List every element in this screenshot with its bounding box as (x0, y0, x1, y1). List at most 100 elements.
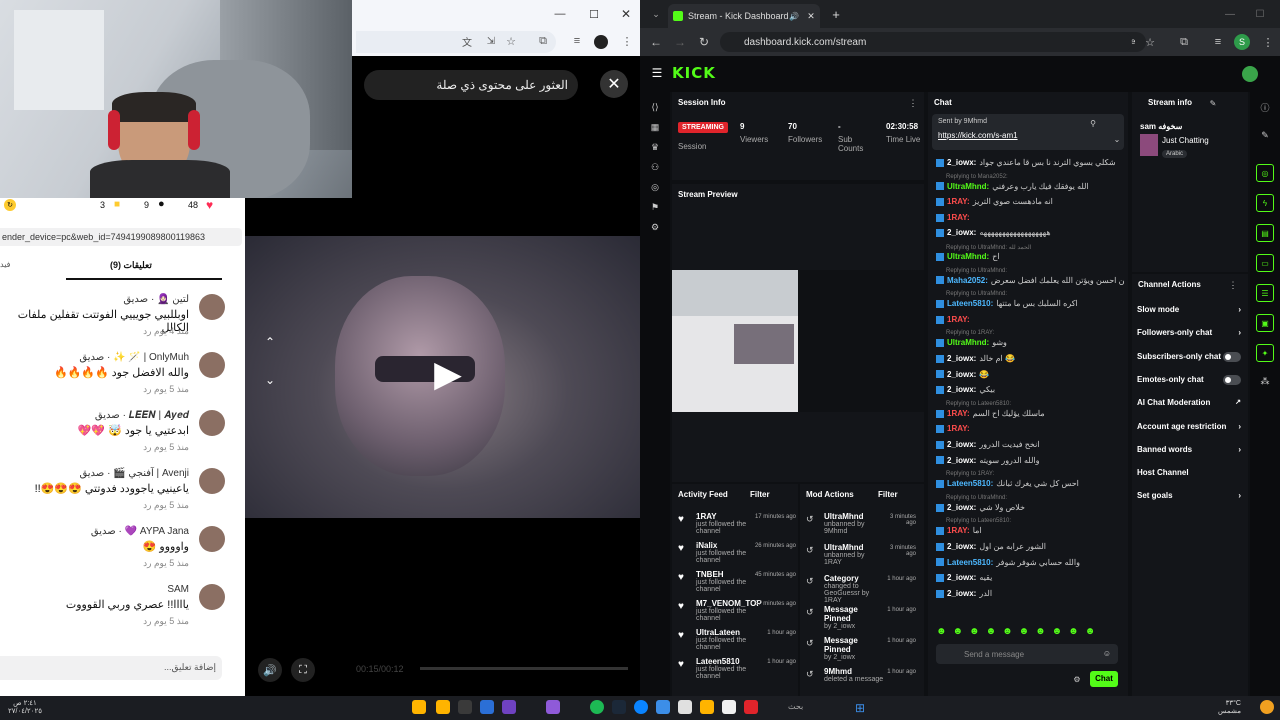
chat-username[interactable]: Lateen5810: (947, 299, 993, 308)
chat-message[interactable]: Lateen5810: والله حسابي شوفر شوفر (936, 558, 1124, 567)
comment-author[interactable]: Avenji | آفنجي 🎬 · صديق (79, 468, 189, 479)
left-url-field[interactable] (356, 31, 556, 53)
tab-close-icon[interactable]: ✕ (805, 10, 817, 22)
comment-item[interactable]: 𝑳𝑬𝑬𝑵 | 𝑨𝒚𝒆𝒅 · صديق ابدعتيي يا جود 🤯 💖💖 منذ… (0, 410, 245, 468)
chat-username[interactable]: 2_iowx: (947, 354, 976, 363)
chat-username[interactable]: 1RAY: (947, 213, 970, 222)
channel-actions-menu-icon[interactable]: ⋮ (1228, 280, 1238, 290)
chat-message[interactable]: 2_iowx: انخح فيديت الدرور (936, 440, 1124, 449)
chat-username[interactable]: 2_iowx: (947, 158, 976, 167)
chat-message[interactable]: 1RAY: (936, 424, 1124, 433)
volume-icon[interactable]: 🔊 (258, 658, 282, 682)
taskbar-search[interactable]: بحث (788, 702, 803, 711)
moderation-icon[interactable]: ⚑ (648, 200, 662, 214)
activity-filter-button[interactable]: Filter (750, 490, 770, 499)
chat-message[interactable]: 1RAY: اما (936, 526, 1124, 535)
chat-username[interactable]: Lateen5810: (947, 479, 993, 488)
emote-bar[interactable]: ☻☻☻☻☻☻☻☻☻☻ (936, 626, 1120, 638)
rail-doc-icon[interactable]: ▤ (1256, 224, 1274, 242)
tab-comments[interactable]: تعليقات (9) (110, 260, 152, 271)
file-explorer-icon[interactable] (436, 700, 450, 714)
community-icon[interactable]: ⚇ (648, 160, 662, 174)
comment-item[interactable]: لتين 🧕🏻 · صديق اوبللبيي جويييي الفوتتت تق… (0, 294, 245, 352)
edge-icon[interactable] (634, 700, 648, 714)
video-progress-bar[interactable] (420, 667, 628, 670)
chat-message[interactable]: 2_iowx: يقيه (936, 573, 1124, 582)
translate-icon[interactable]: 文 (460, 34, 474, 49)
comment-item[interactable]: AYPA Jana 💜 · صديق واوووو 😍 منذ 5 يوم رد (0, 526, 245, 584)
share-icon[interactable]: ↻ (4, 199, 16, 211)
chat-message[interactable]: 2_iowx: الشور عرابه من اول (936, 542, 1124, 551)
reload-icon[interactable]: ↻ (696, 34, 712, 50)
chat-message[interactable]: Maha2052:احسن احسن ويؤتن الله يعلمك افضل… (936, 276, 1124, 285)
tab-audio-icon[interactable]: 🔊 (788, 10, 800, 22)
session-menu-icon[interactable]: ⋮ (908, 98, 918, 108)
install-icon[interactable]: ⇲ (484, 34, 498, 48)
chat-username[interactable]: UltraMhnd: (947, 182, 989, 191)
r-maximize-icon[interactable]: ☐ (1252, 6, 1268, 22)
r-menu-icon[interactable]: ⋮ (1260, 34, 1276, 50)
rail-tool-icon[interactable]: ✦ (1256, 344, 1274, 362)
chat-username[interactable]: 2_iowx: (947, 370, 976, 379)
comment-author[interactable]: OnlyMuh | 🪄 ✨ · صديق (79, 352, 189, 363)
dashboard-icon[interactable]: ▦ (648, 120, 662, 134)
chat-username[interactable]: 1RAY: (947, 409, 970, 418)
close-video-icon[interactable]: ✕ (600, 70, 628, 98)
notepad-icon[interactable] (722, 700, 736, 714)
obs-icon[interactable] (546, 700, 560, 714)
chat-message[interactable]: 2_iowx: شكلي بسوي الترند نا بس قا ماعندي … (936, 158, 1124, 167)
taskbar-app-icon[interactable] (412, 700, 426, 714)
chat-message[interactable]: 2_iowx: ههههههههههههههههههه (936, 228, 1124, 237)
comment-author[interactable]: لتين 🧕🏻 · صديق (123, 294, 189, 305)
settings-icon[interactable]: ⚙ (648, 220, 662, 234)
r-media-icon[interactable]: ≡ (1210, 34, 1226, 50)
folder-icon[interactable] (700, 700, 714, 714)
comment-item[interactable]: SAM ياااا!! عصري وربي القوووت منذ 5 يوم رد (0, 584, 245, 642)
maximize-icon[interactable]: ☐ (586, 6, 602, 22)
chat-settings-icon[interactable]: ⚙ (1072, 674, 1082, 684)
comment-avatar[interactable] (199, 468, 225, 494)
chrome-icon[interactable] (480, 700, 494, 714)
steam-icon[interactable] (612, 700, 626, 714)
chat-message[interactable]: UltraMhnd: وشو (936, 338, 1124, 347)
channel-action-item[interactable]: Banned words › (1137, 445, 1241, 454)
back-icon[interactable]: ← (648, 34, 664, 50)
tab-search-icon[interactable]: ⌄ (648, 6, 664, 22)
chat-username[interactable]: 2_iowx: (947, 589, 976, 598)
rail-list-icon[interactable]: ☰ (1256, 284, 1274, 302)
chat-username[interactable]: 2_iowx: (947, 503, 976, 512)
chat-message[interactable]: 2_iowx: ام خالد 😂 (936, 354, 1124, 363)
chat-username[interactable]: 1RAY: (947, 315, 970, 324)
rail-target-icon[interactable]: ◎ (1256, 164, 1274, 182)
channel-action-toggle[interactable] (1223, 351, 1241, 362)
comment-author[interactable]: 𝑳𝑬𝑬𝑵 | 𝑨𝒚𝒆𝒅 · صديق (95, 410, 189, 421)
r-minimize-icon[interactable]: — (1222, 6, 1238, 22)
r-bookmark-icon[interactable]: ☆ (1142, 34, 1158, 50)
calculator-icon[interactable] (458, 700, 472, 714)
chat-username[interactable]: 2_iowx: (947, 456, 976, 465)
stream-icon[interactable]: ⟨⟩ (648, 100, 662, 114)
channel-action-item[interactable]: Emotes-only chat (1137, 374, 1241, 385)
windows-start-icon[interactable]: ⊞ (852, 700, 868, 716)
chat-message[interactable]: 2_iowx: 😂 (936, 370, 1124, 379)
comment-avatar[interactable] (199, 584, 225, 610)
rail-cam-icon[interactable]: ▣ (1256, 314, 1274, 332)
spotify-icon[interactable] (590, 700, 604, 714)
pinned-expand-icon[interactable]: ⌄ (1112, 134, 1122, 144)
comment-avatar[interactable] (199, 352, 225, 378)
chat-message[interactable]: 2_iowx: خلاص ولا شي (936, 503, 1124, 512)
chat-username[interactable]: 2_iowx: (947, 440, 976, 449)
comment-input[interactable]: إضافة تعليق... (0, 656, 222, 680)
hamburger-icon[interactable]: ☰ (650, 66, 664, 80)
r-extensions-icon[interactable]: ⧉ (1176, 34, 1192, 50)
store-icon[interactable] (678, 700, 692, 714)
kick-logo[interactable]: KICK (672, 64, 716, 82)
chat-input[interactable]: Send a message (936, 644, 1118, 664)
tiktok-url-row[interactable]: ender_device=pc&web_id=74941990898001198… (0, 228, 242, 246)
menu-dots-icon[interactable]: ⋮ (620, 34, 634, 48)
channel-action-item[interactable]: Subscribers-only chat (1137, 351, 1241, 362)
tab-other[interactable]: فيد (0, 260, 10, 269)
chat-username[interactable]: 2_iowx: (947, 542, 976, 551)
new-tab-icon[interactable]: + (828, 6, 844, 22)
discord-icon[interactable] (502, 700, 516, 714)
